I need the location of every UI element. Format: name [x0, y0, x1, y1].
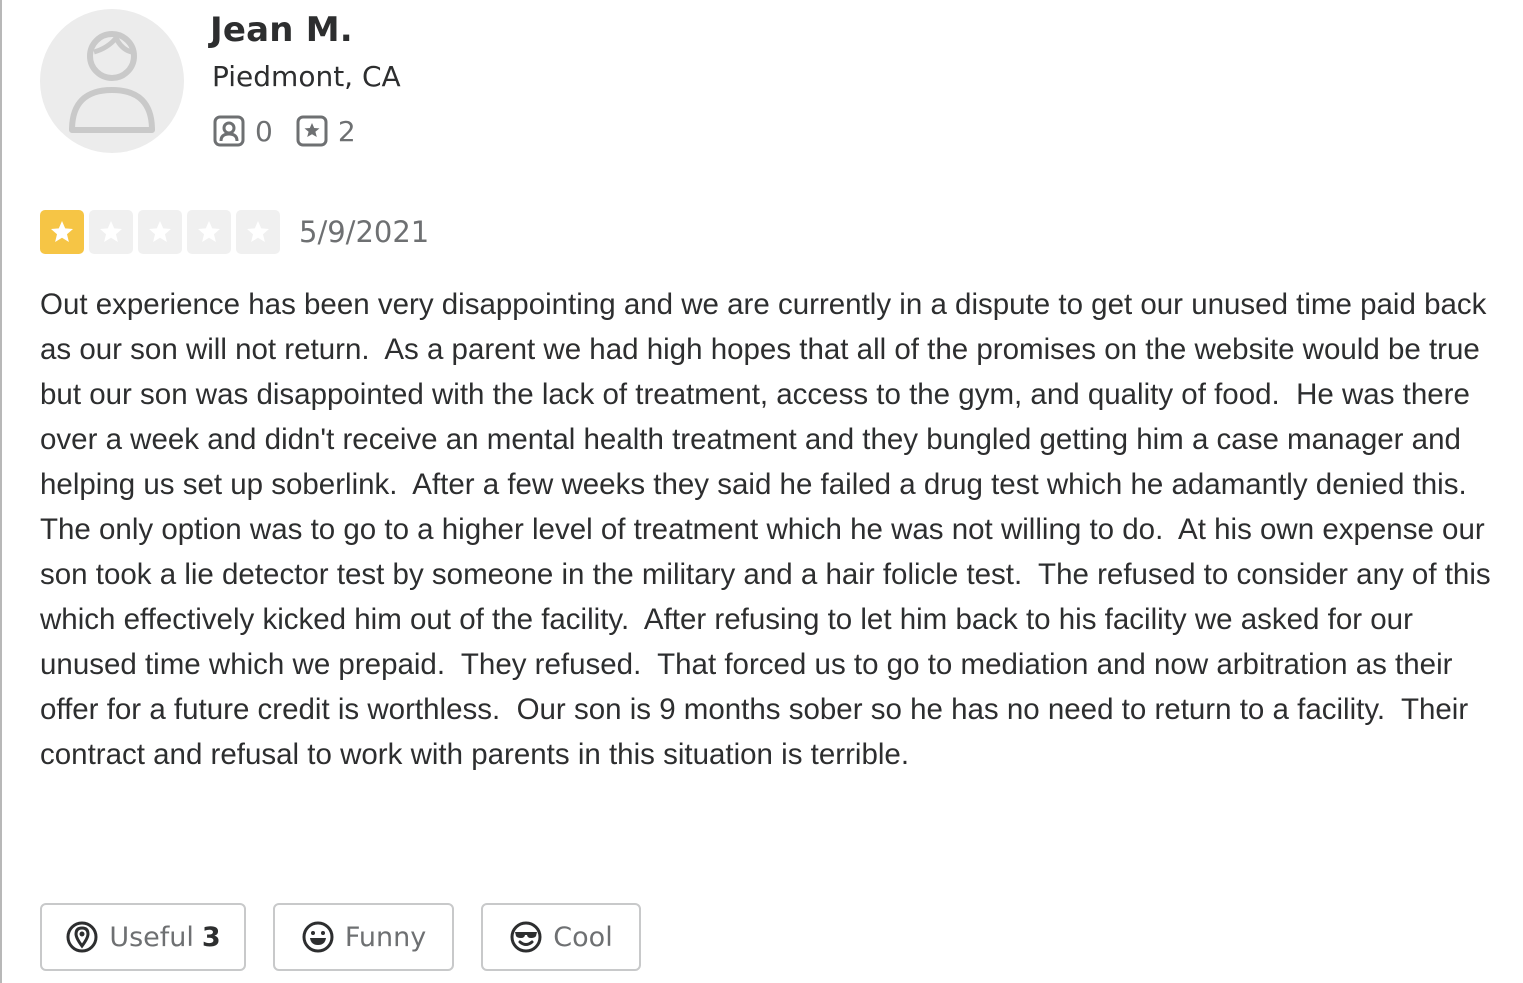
user-location: Piedmont, CA — [212, 60, 401, 93]
friends-icon — [213, 115, 245, 147]
useful-label: Useful — [109, 921, 194, 953]
review-card: Jean M. Piedmont, CA 0 2 5/9/2021 Out ex… — [0, 0, 1523, 983]
star-5 — [236, 210, 280, 254]
star-4 — [187, 210, 231, 254]
funny-icon — [302, 921, 334, 953]
star-rating — [40, 210, 285, 254]
star-3 — [138, 210, 182, 254]
star-icon — [51, 221, 73, 242]
reaction-buttons: Useful 3 Funny Cool — [40, 903, 668, 971]
review-star-icon — [296, 115, 328, 147]
useful-icon — [66, 921, 98, 953]
cool-label: Cool — [553, 921, 613, 953]
user-stats: 0 2 — [212, 114, 378, 148]
review-text: Out experience has been very disappointi… — [40, 288, 1499, 771]
star-1 — [40, 210, 84, 254]
funny-label: Funny — [344, 921, 427, 953]
rating-row: 5/9/2021 — [40, 210, 429, 254]
star-icon — [247, 221, 269, 242]
reviews-stat: 2 — [295, 114, 356, 148]
star-icon — [149, 221, 171, 242]
funny-button[interactable]: Funny — [273, 903, 454, 971]
star-2 — [89, 210, 133, 254]
default-user-icon — [69, 31, 155, 133]
review-date: 5/9/2021 — [299, 215, 430, 249]
star-icon — [198, 221, 220, 242]
avatar[interactable] — [40, 9, 184, 153]
friends-stat: 0 — [212, 114, 273, 148]
cool-icon — [510, 921, 542, 953]
cool-button[interactable]: Cool — [481, 903, 641, 971]
friends-count: 0 — [255, 114, 273, 148]
useful-button[interactable]: Useful 3 — [40, 903, 246, 971]
star-icon — [100, 221, 122, 242]
reviews-count: 2 — [337, 114, 356, 148]
useful-count: 3 — [201, 921, 221, 953]
user-name[interactable]: Jean M. — [210, 10, 353, 50]
